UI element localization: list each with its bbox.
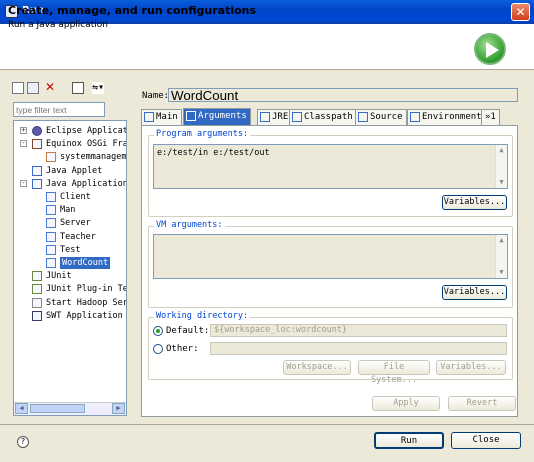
tab-source[interactable]: Source	[355, 109, 407, 125]
tree-toggle[interactable]: +	[20, 127, 27, 134]
dialog-header	[0, 24, 534, 70]
classpath-tab-icon	[292, 112, 302, 122]
tree-item[interactable]: Java Applet	[46, 165, 102, 177]
help-icon[interactable]: ?	[17, 436, 29, 448]
close-window-button[interactable]: ✕	[511, 3, 530, 21]
environment-tab-icon	[410, 112, 420, 122]
tree-item[interactable]: WordCount	[60, 257, 111, 269]
tab-jre[interactable]: JRE	[257, 109, 293, 125]
java-config-icon	[46, 218, 56, 229]
scroll-thumb[interactable]	[30, 404, 85, 413]
vm-variables-button[interactable]: Variables...	[442, 285, 507, 300]
config-toolbar: ✕ ⇋▾	[10, 80, 130, 98]
java-app-icon	[32, 178, 42, 189]
tab-label: Classpath	[304, 112, 353, 122]
working-variables-button[interactable]: Variables...	[436, 360, 506, 375]
jre-tab-icon	[260, 112, 270, 122]
program-variables-button[interactable]: Variables...	[442, 195, 507, 210]
swt-icon	[32, 310, 42, 321]
tree-item[interactable]: Teacher	[60, 231, 96, 243]
new-config-icon[interactable]	[12, 82, 24, 94]
tree-item[interactable]: systemmanageme	[60, 151, 126, 163]
workspace-button[interactable]: Workspace...	[283, 360, 351, 375]
arguments-tab-icon	[186, 111, 196, 121]
working-directory-label: Working directory:	[154, 311, 251, 321]
junit-plugin-icon	[32, 284, 42, 295]
tab-overflow[interactable]: »1	[481, 109, 500, 125]
duplicate-config-icon[interactable]	[27, 82, 39, 94]
tree-item[interactable]: Man	[60, 204, 75, 216]
tree-item[interactable]: JUnit	[46, 270, 72, 282]
program-arguments-label: Program arguments:	[154, 129, 251, 139]
config-tree[interactable]: + Eclipse Applicati - Equinox OSGi Fram syst…	[13, 120, 127, 416]
close-button[interactable]: Close	[451, 432, 521, 449]
tab-label: Source	[370, 112, 403, 122]
java-config-icon	[46, 205, 56, 216]
tab-environment[interactable]: Environment	[407, 109, 486, 125]
apply-button[interactable]: Apply	[372, 396, 440, 411]
tab-classpath[interactable]: Classpath	[289, 109, 357, 125]
config-tabs: Main Arguments JRE Classpath Source Environme…	[141, 108, 518, 125]
arguments-panel: Program arguments: e:/test/in e:/test/ou…	[141, 125, 518, 417]
footer-divider	[0, 424, 534, 425]
tree-item[interactable]: Eclipse Applicati	[46, 125, 126, 137]
revert-button[interactable]: Revert	[448, 396, 516, 411]
hadoop-icon	[32, 297, 42, 308]
filter-input[interactable]	[13, 102, 105, 117]
other-dir-radio[interactable]	[153, 344, 163, 354]
tree-toggle[interactable]: -	[20, 179, 27, 187]
tab-label: JRE	[272, 112, 289, 122]
tree-item[interactable]: Java Application	[46, 178, 126, 190]
name-label: Name:	[142, 91, 170, 101]
source-tab-icon	[358, 112, 368, 122]
tree-item[interactable]: JUnit Plug-in Tes	[46, 283, 126, 295]
tab-label: Main	[156, 112, 178, 122]
vm-arguments-textarea[interactable]: ▲ ▼	[153, 234, 508, 279]
applet-icon	[32, 165, 42, 176]
default-dir-field[interactable]: ${workspace_loc:wordcount}	[210, 324, 507, 337]
collapse-all-icon[interactable]	[72, 82, 84, 94]
tree-item[interactable]: Start Hadoop Serv	[46, 297, 126, 309]
other-dir-field[interactable]	[210, 342, 507, 355]
junit-icon	[32, 271, 42, 282]
vm-arguments-scrollbar[interactable]: ▲ ▼	[495, 235, 507, 278]
tree-item[interactable]: Server	[60, 217, 91, 229]
java-config-icon	[46, 231, 56, 242]
tree-item[interactable]: Equinox OSGi Fram	[46, 138, 126, 150]
osgi-config-icon	[46, 152, 56, 163]
tab-arguments[interactable]: Arguments	[183, 108, 251, 125]
file-system-button[interactable]: File System...	[358, 360, 430, 385]
java-config-icon	[46, 244, 56, 255]
other-dir-label: Other:	[166, 344, 199, 354]
tab-main[interactable]: Main	[141, 109, 182, 125]
header-title: Create, manage, and run configurations	[8, 4, 257, 17]
eclipse-icon	[32, 126, 42, 136]
tree-item[interactable]: Client	[60, 191, 91, 203]
default-dir-radio[interactable]	[153, 326, 163, 336]
filter-menu-icon[interactable]: ⇋▾	[92, 82, 104, 94]
name-field[interactable]	[168, 88, 518, 102]
header-subtitle: Run a Java application	[8, 20, 109, 30]
tree-item[interactable]: Test	[60, 244, 80, 256]
program-arguments-text: e:/test/in e:/test/out	[157, 148, 270, 158]
run-button[interactable]: Run	[374, 432, 444, 449]
java-config-icon	[46, 258, 56, 268]
scroll-left-button[interactable]: ◀	[15, 403, 28, 414]
tab-label: Environment	[422, 112, 482, 122]
run-banner-icon	[474, 33, 506, 65]
osgi-icon	[32, 139, 42, 150]
default-dir-label: Default:	[166, 326, 210, 336]
scroll-right-button[interactable]: ▶	[112, 403, 125, 414]
program-arguments-textarea[interactable]: e:/test/in e:/test/out ▲ ▼	[153, 144, 508, 189]
program-arguments-scrollbar[interactable]: ▲ ▼	[495, 145, 507, 188]
main-tab-icon	[144, 112, 154, 122]
java-config-icon	[46, 192, 56, 202]
vm-arguments-label: VM arguments:	[154, 220, 225, 230]
tab-label: Arguments	[198, 111, 247, 121]
delete-config-icon[interactable]: ✕	[45, 81, 57, 94]
tree-item[interactable]: SWT Application	[46, 310, 123, 322]
tree-toggle[interactable]: -	[20, 140, 27, 148]
tab-label: »1	[485, 112, 496, 122]
